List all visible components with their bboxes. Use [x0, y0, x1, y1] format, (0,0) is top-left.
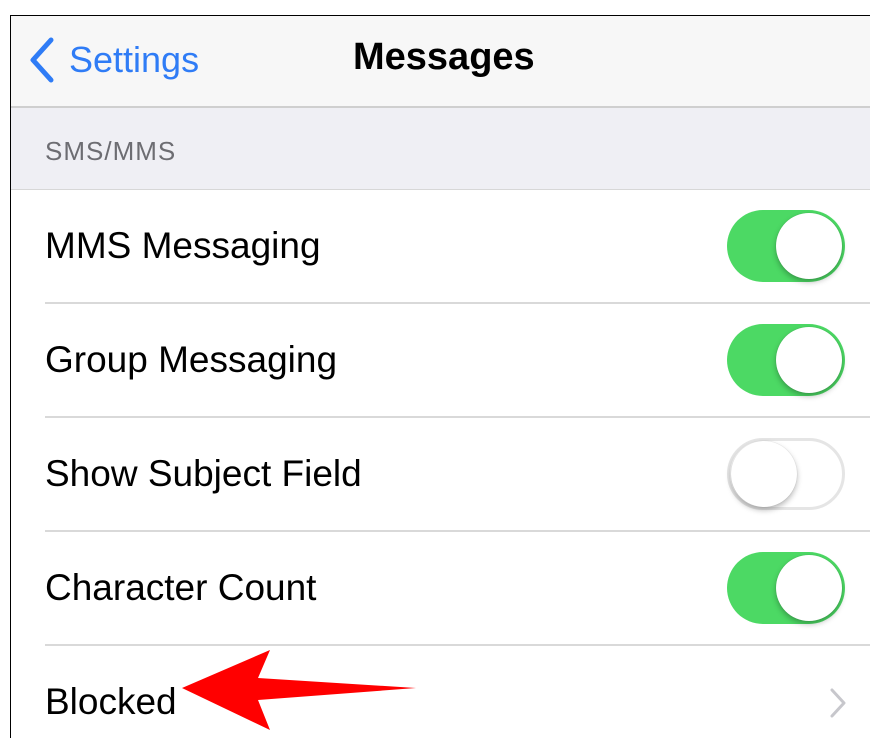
navigation-bar: Settings Messages: [11, 16, 870, 108]
row-label: Character Count: [45, 567, 317, 608]
row-label: Show Subject Field: [45, 453, 362, 494]
row-blocked[interactable]: Blocked: [11, 646, 870, 738]
red-arrow-icon: [182, 650, 416, 730]
row-show-subject-field: Show Subject Field: [11, 418, 870, 532]
chevron-right-icon: [830, 688, 846, 718]
row-label: Group Messaging: [45, 339, 338, 380]
settings-screen: Settings Messages SMS/MMS MMS Messaging …: [10, 15, 870, 738]
row-mms-messaging: MMS Messaging: [11, 190, 870, 304]
toggle-knob: [776, 327, 842, 393]
row-group-messaging: Group Messaging: [11, 304, 870, 418]
section-header: SMS/MMS: [11, 108, 870, 190]
toggle-knob: [731, 441, 797, 507]
back-button[interactable]: Settings: [27, 32, 199, 88]
row-character-count: Character Count: [11, 532, 870, 646]
settings-list: MMS Messaging Group Messaging Show Subje…: [11, 190, 870, 738]
character-count-toggle[interactable]: [727, 552, 845, 624]
chevron-left-icon: [30, 37, 54, 83]
row-label: MMS Messaging: [45, 225, 321, 266]
section-header-label: SMS/MMS: [45, 136, 177, 166]
toggle-knob: [776, 213, 842, 279]
show-subject-field-toggle[interactable]: [727, 438, 845, 510]
page-title: Messages: [353, 36, 535, 78]
group-messaging-toggle[interactable]: [727, 324, 845, 396]
toggle-knob: [776, 555, 842, 621]
mms-messaging-toggle[interactable]: [727, 210, 845, 282]
row-label: Blocked: [45, 681, 177, 722]
back-button-label: Settings: [69, 39, 200, 80]
